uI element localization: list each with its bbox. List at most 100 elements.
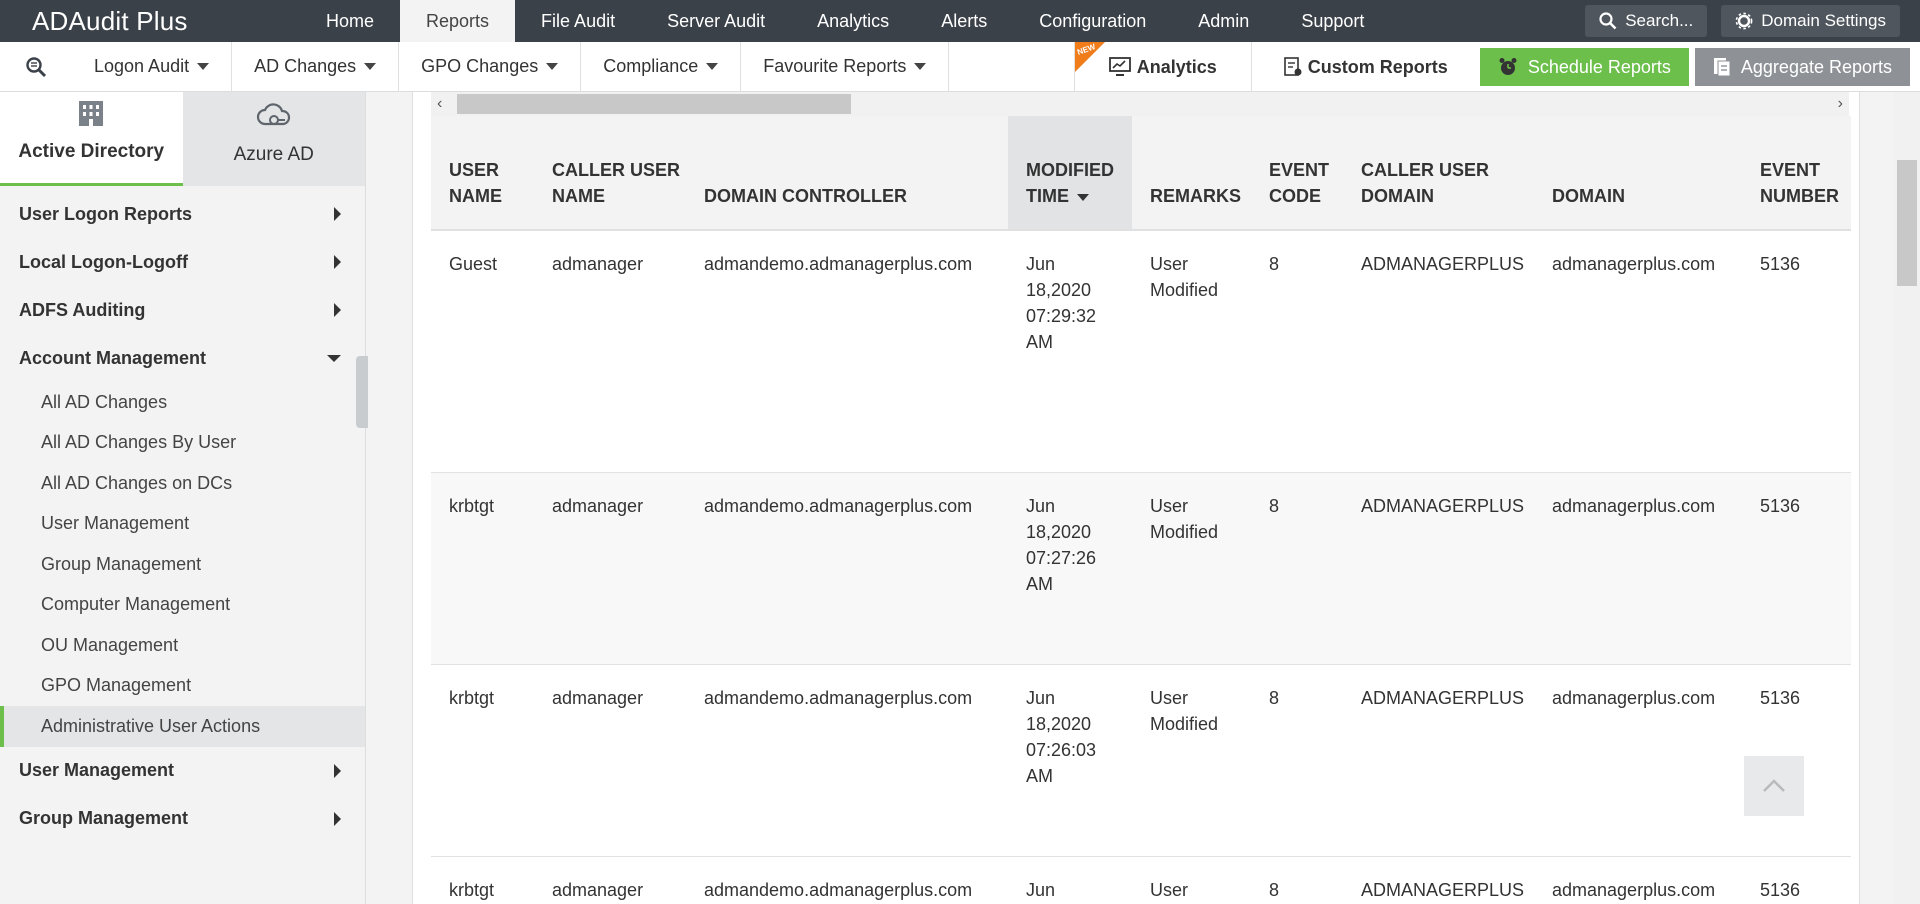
sidebar-collapse-handle[interactable] <box>356 356 368 428</box>
column-header-event-code[interactable]: EVENT CODE <box>1251 116 1343 231</box>
column-header-domain[interactable]: DOMAIN <box>1534 116 1742 231</box>
cell-user-name: Guest <box>431 230 534 473</box>
nav-reports[interactable]: Reports <box>400 0 516 42</box>
menu-item-all-ad-changes[interactable]: All AD Changes <box>0 382 365 423</box>
column-header-user-name[interactable]: USER NAME <box>431 116 534 231</box>
subnav-ad-changes[interactable]: AD Changes <box>232 41 400 92</box>
scroll-to-top-button[interactable] <box>1744 756 1804 816</box>
menu-adfs-auditing-label: ADFS Auditing <box>19 299 146 320</box>
scroll-right-arrow-icon[interactable]: › <box>1838 92 1843 116</box>
column-header-caller-user-name[interactable]: CALLER USER NAME <box>534 116 686 231</box>
global-search-button[interactable]: Search... <box>1585 5 1708 37</box>
nav-configuration[interactable]: Configuration <box>1013 0 1172 42</box>
caret-right-icon <box>334 207 341 221</box>
nav-home[interactable]: Home <box>300 0 400 42</box>
report-table: USER NAME CALLER USER NAME DOMAIN CONTRO… <box>431 116 1851 904</box>
nav-admin[interactable]: Admin <box>1172 0 1275 42</box>
modified-time-header-label: MODIFIED TIME <box>1026 160 1114 206</box>
menu-item-administrative-user-actions[interactable]: Administrative User Actions <box>0 706 365 747</box>
nav-analytics[interactable]: Analytics <box>791 0 915 42</box>
aggregate-reports-button[interactable]: Aggregate Reports <box>1694 48 1910 86</box>
report-search-button[interactable] <box>0 56 72 78</box>
cell-caller-user-domain: ADMANAGERPLUS <box>1343 856 1534 904</box>
alarm-clock-icon <box>1499 58 1517 75</box>
custom-report-icon <box>1283 57 1302 76</box>
cell-caller-user-domain: ADMANAGERPLUS <box>1343 664 1534 857</box>
caret-right-icon <box>334 763 341 778</box>
menu-user-logon-reports-label: User Logon Reports <box>19 203 193 224</box>
cloud-icon <box>256 103 290 126</box>
nav-alerts[interactable]: Alerts <box>915 0 1013 42</box>
menu-user-management[interactable]: User Management <box>0 747 365 795</box>
menu-user-logon-reports[interactable]: User Logon Reports <box>0 190 365 238</box>
tab-azure-ad[interactable]: Azure AD <box>182 92 365 186</box>
cell-domain-controller: admandemo.admanagerplus.com <box>686 664 1008 857</box>
menu-item-ou-management[interactable]: OU Management <box>0 625 365 666</box>
nav-server-audit[interactable]: Server Audit <box>641 0 791 42</box>
table-row[interactable]: krbtgt admanager admandemo.admanagerplus… <box>431 664 1851 857</box>
cell-domain: admanagerplus.com <box>1534 664 1742 857</box>
cell-event-number: 5136 <box>1742 230 1851 473</box>
custom-reports-button[interactable]: Custom Reports <box>1252 42 1480 92</box>
cell-modified-time: Jun 18,2020 07:26:03 AM <box>1008 664 1132 857</box>
column-header-caller-user-domain[interactable]: CALLER USER DOMAIN <box>1343 116 1534 231</box>
scroll-left-arrow-icon[interactable]: ‹ <box>437 92 442 116</box>
chevron-down-icon <box>546 63 559 70</box>
menu-account-management[interactable]: Account Management <box>0 334 365 382</box>
cell-modified-time: Jun <box>1008 856 1132 904</box>
domain-settings-button[interactable]: Domain Settings <box>1721 5 1900 37</box>
cell-domain: admanagerplus.com <box>1534 230 1742 473</box>
vertical-scroll-thumb[interactable] <box>1897 160 1917 286</box>
menu-item-gpo-management[interactable]: GPO Management <box>0 666 365 707</box>
subnav-logon-audit-label: Logon Audit <box>94 56 190 76</box>
column-header-remarks[interactable]: REMARKS <box>1132 116 1251 231</box>
subnav-logon-audit[interactable]: Logon Audit <box>72 41 233 92</box>
schedule-reports-button[interactable]: Schedule Reports <box>1479 48 1689 86</box>
menu-group-management[interactable]: Group Management <box>0 795 365 843</box>
cell-user-name: krbtgt <box>431 856 534 904</box>
cell-user-name: krbtgt <box>431 472 534 665</box>
menu-item-all-ad-changes-on-dcs[interactable]: All AD Changes on DCs <box>0 463 365 504</box>
horizontal-scrollbar[interactable]: ‹ › <box>431 92 1849 116</box>
schedule-reports-label: Schedule Reports <box>1527 56 1671 77</box>
domain-settings-label: Domain Settings <box>1761 11 1886 30</box>
main-nav: Home Reports File Audit Server Audit Ana… <box>300 0 1390 42</box>
subnav-favourite-reports[interactable]: Favourite Reports <box>741 41 950 92</box>
cell-domain: admanagerplus.com <box>1534 472 1742 665</box>
chevron-down-icon <box>706 63 719 70</box>
chevron-down-icon <box>197 63 210 70</box>
subnav-gpo-changes-label: GPO Changes <box>421 56 539 76</box>
cell-remarks: User Modified <box>1132 664 1251 857</box>
cell-event-number: 5136 <box>1742 472 1851 665</box>
menu-item-computer-management[interactable]: Computer Management <box>0 585 365 626</box>
subnav-compliance[interactable]: Compliance <box>581 41 742 92</box>
column-header-domain-controller[interactable]: DOMAIN CONTROLLER <box>686 116 1008 231</box>
caret-right-icon <box>334 255 341 269</box>
nav-support[interactable]: Support <box>1275 0 1390 42</box>
column-header-modified-time[interactable]: MODIFIED TIME <box>1008 116 1132 231</box>
cell-remarks: User <box>1132 856 1251 904</box>
menu-local-logon-logoff[interactable]: Local Logon-Logoff <box>0 238 365 286</box>
cell-domain: admanagerplus.com <box>1534 856 1742 904</box>
table-row[interactable]: krbtgt admanager admandemo.admanagerplus… <box>431 856 1851 904</box>
tab-active-directory[interactable]: Active Directory <box>0 92 183 186</box>
subnav-gpo-changes[interactable]: GPO Changes <box>399 41 582 92</box>
vertical-scrollbar[interactable] <box>1894 92 1920 904</box>
cell-caller-user-name: admanager <box>534 856 686 904</box>
table-row[interactable]: krbtgt admanager admandemo.admanagerplus… <box>431 472 1851 665</box>
analytics-button[interactable]: NEW Analytics <box>1073 42 1252 92</box>
directory-tabs: Active Directory Azure AD <box>0 92 365 186</box>
menu-item-user-management[interactable]: User Management <box>0 504 365 545</box>
monitor-chart-icon <box>1108 57 1131 76</box>
column-header-event-number[interactable]: EVENT NUMBER <box>1742 116 1851 231</box>
nav-file-audit[interactable]: File Audit <box>515 0 641 42</box>
horizontal-scroll-thumb[interactable] <box>457 94 851 114</box>
menu-adfs-auditing[interactable]: ADFS Auditing <box>0 286 365 334</box>
menu-item-group-management[interactable]: Group Management <box>0 544 365 585</box>
table-row[interactable]: Guest admanager admandemo.admanagerplus.… <box>431 230 1851 473</box>
app-logo[interactable]: ADAudit Plus <box>0 6 300 37</box>
cell-caller-user-name: admanager <box>534 664 686 857</box>
menu-item-all-ad-changes-by-user[interactable]: All AD Changes By User <box>0 423 365 464</box>
tab-azure-ad-label: Azure AD <box>233 144 314 165</box>
cell-event-number: 5136 <box>1742 856 1851 904</box>
